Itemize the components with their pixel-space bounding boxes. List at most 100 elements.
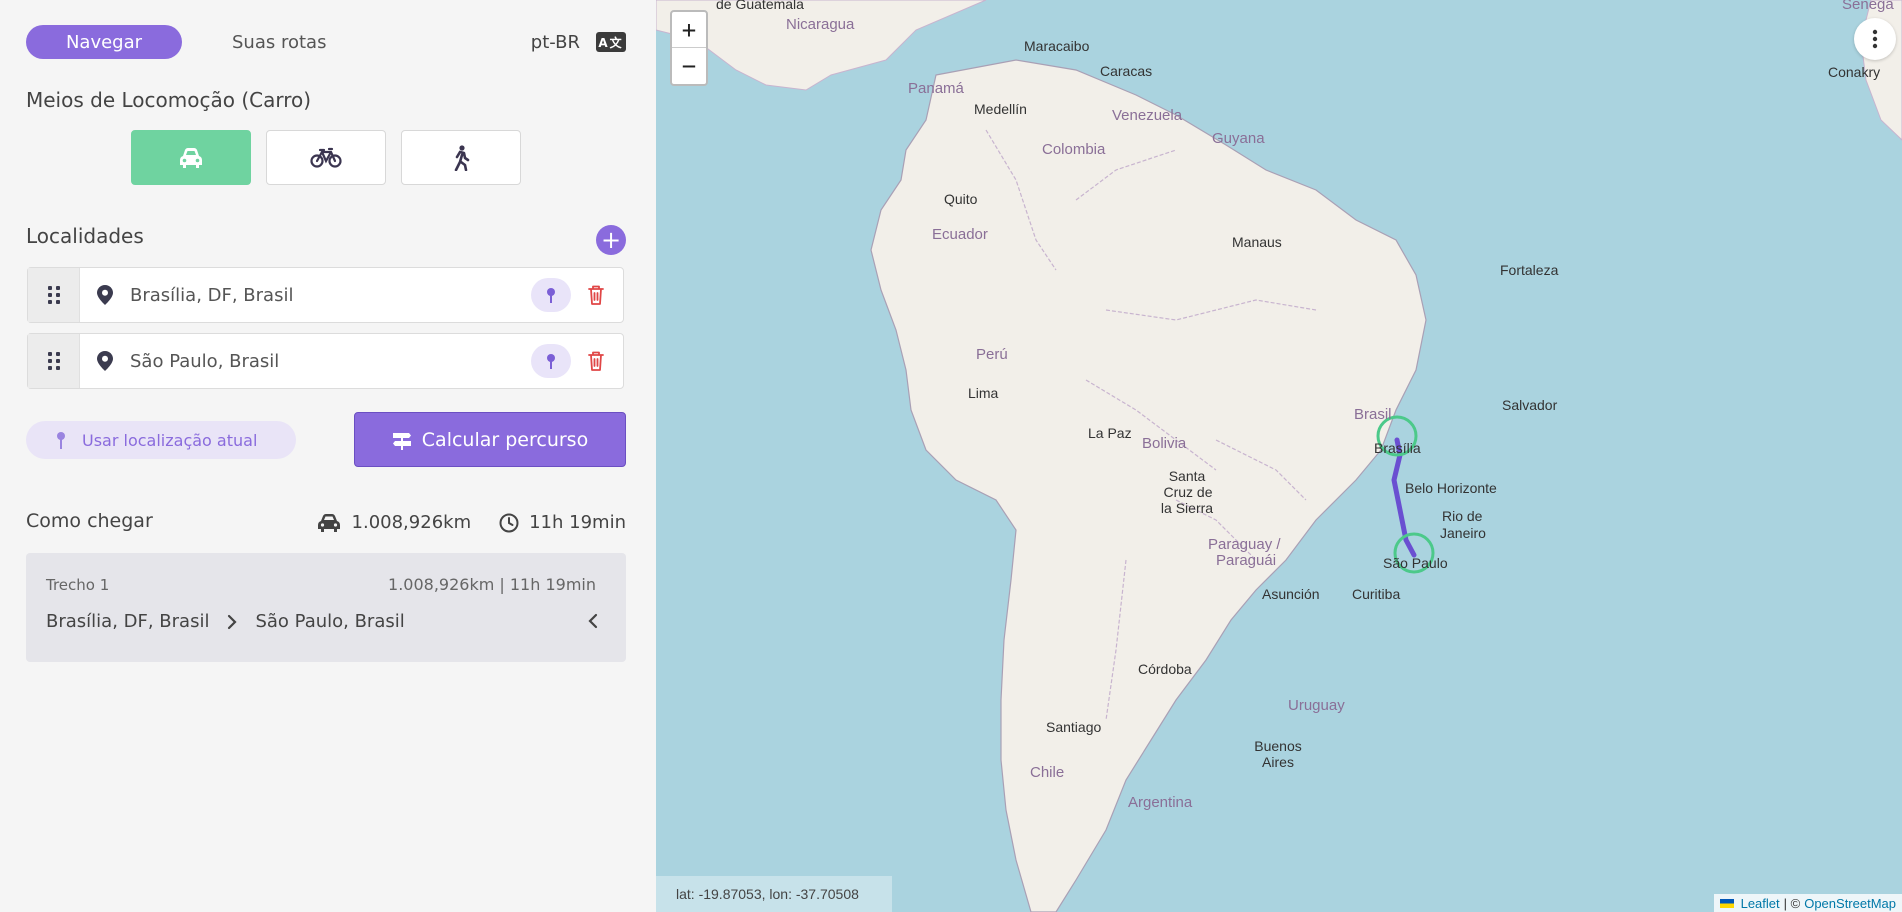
transport-title: Meios de Locomoção (Carro) (26, 88, 312, 112)
map-label: Senega (1842, 0, 1894, 13)
drag-handle-icon[interactable] (28, 334, 80, 388)
map-label: Chile (1030, 764, 1065, 781)
osm-link[interactable]: OpenStreetMap (1804, 896, 1896, 911)
car-icon (317, 513, 340, 532)
map-label: Fortaleza (1500, 262, 1559, 278)
top-tabs: Navegar Suas rotas pt-BR A文 (26, 25, 626, 59)
ukraine-flag-icon (1719, 898, 1734, 908)
map-pin-icon (80, 285, 130, 305)
clock-icon (499, 513, 519, 532)
map-label: Brasil (1354, 406, 1392, 423)
map-pin-icon (80, 351, 130, 371)
map-label: Perú (976, 346, 1008, 363)
map-label: Belo Horizonte (1405, 480, 1497, 496)
map-menu-button[interactable] (1854, 18, 1896, 60)
map-label: Colombia (1042, 141, 1106, 158)
route-leg[interactable]: Trecho 1 1.008,926km | 11h 19min Brasíli… (26, 553, 626, 662)
mode-car-button[interactable] (131, 130, 251, 185)
map-label: Argentina (1128, 794, 1193, 811)
zoom-in-button[interactable]: + (672, 12, 706, 48)
delete-location-button[interactable] (581, 351, 611, 371)
location-row: Brasília, DF, Brasil (27, 267, 624, 323)
tab-your-routes[interactable]: Suas rotas (232, 25, 326, 59)
map-label: Córdoba (1138, 661, 1192, 677)
map-label: Lima (968, 385, 999, 401)
map-label: Salvador (1502, 397, 1558, 413)
map-label: Panamá (908, 80, 964, 97)
map-label: Bolivia (1142, 435, 1187, 452)
map-label: la Sierra (1160, 500, 1214, 516)
translate-icon: A文 (596, 32, 626, 52)
tab-navigate[interactable]: Navegar (26, 25, 182, 59)
map-label: Rio de (1442, 508, 1483, 524)
map-label: Santa (1168, 468, 1206, 484)
bicycle-icon (310, 147, 342, 168)
total-distance: 1.008,926km (351, 512, 472, 533)
map-label: São Paulo (1383, 555, 1448, 571)
map-label: de Guatemala (716, 0, 804, 12)
language-code: pt-BR (530, 31, 580, 53)
map-label: Conakry (1828, 64, 1881, 80)
trash-icon (588, 285, 604, 305)
plus-icon: + (600, 226, 622, 254)
use-current-location-label: Usar localização atual (82, 430, 258, 450)
leaflet-link[interactable]: Leaflet (1741, 896, 1780, 911)
map-label: Maracaibo (1024, 38, 1090, 54)
leg-label: Trecho 1 (46, 576, 110, 594)
add-location-button[interactable]: + (596, 225, 626, 255)
map-label: Caracas (1100, 63, 1153, 79)
map-label: Buenos (1254, 738, 1302, 754)
map-label: Brasília (1374, 440, 1421, 456)
pick-location-button[interactable] (531, 344, 571, 378)
map-label: Ecuador (932, 226, 988, 243)
map-label: Uruguay (1288, 697, 1345, 714)
attribution-separator: | © (1783, 895, 1801, 911)
map-label: Santiago (1046, 719, 1102, 735)
map[interactable]: de Guatemala Nicaragua Panamá Maracaibo … (656, 0, 1902, 912)
trash-icon (588, 351, 604, 371)
map-label: Curitiba (1352, 586, 1401, 602)
use-current-location-button[interactable]: Usar localização atual (26, 421, 296, 459)
map-label: Aires (1262, 754, 1294, 770)
language-selector[interactable]: pt-BR A文 (531, 25, 626, 59)
car-icon (180, 147, 202, 168)
pin-icon (547, 288, 555, 303)
sidebar: Navegar Suas rotas pt-BR A文 Meios de Loc… (0, 0, 656, 912)
leg-meta: 1.008,926km | 11h 19min (388, 575, 596, 594)
map-label: Paraguái (1216, 552, 1277, 569)
location-input[interactable]: Brasília, DF, Brasil (130, 285, 531, 306)
map-label: Manaus (1232, 234, 1282, 250)
total-duration: 11h 19min (529, 512, 626, 533)
mode-bike-button[interactable] (266, 130, 386, 185)
leg-from: Brasília, DF, Brasil (46, 611, 210, 632)
map-label: Guyana (1212, 130, 1265, 147)
chevron-right-icon (228, 614, 238, 629)
zoom-control: + − (670, 10, 708, 86)
directions-title: Como chegar (26, 510, 153, 532)
location-row: São Paulo, Brasil (27, 333, 624, 389)
map-label: Nicaragua (786, 16, 855, 33)
zoom-out-button[interactable]: − (672, 48, 706, 84)
map-label: Paraguay / (1208, 536, 1281, 553)
delete-location-button[interactable] (581, 285, 611, 305)
pin-icon (547, 354, 555, 369)
map-label: Venezuela (1112, 107, 1183, 124)
map-label: Cruz de (1163, 484, 1213, 500)
map-label: Janeiro (1440, 525, 1486, 541)
pin-icon (57, 432, 65, 449)
pick-location-button[interactable] (531, 278, 571, 312)
mode-walk-button[interactable] (401, 130, 521, 185)
chevron-left-icon[interactable] (588, 613, 598, 633)
leg-route: Brasília, DF, Brasil São Paulo, Brasil (46, 611, 405, 632)
calculate-route-button[interactable]: Calcular percurso (354, 412, 626, 467)
map-label: Quito (944, 191, 978, 207)
calculate-route-label: Calcular percurso (421, 428, 589, 451)
location-input[interactable]: São Paulo, Brasil (130, 351, 531, 372)
drag-handle-icon[interactable] (28, 268, 80, 322)
signpost-icon (392, 432, 411, 450)
map-tiles (656, 0, 1902, 912)
coordinates-readout: lat: -19.87053, lon: -37.70508 (656, 876, 892, 912)
map-label: Asunción (1262, 586, 1320, 602)
leg-to: São Paulo, Brasil (255, 611, 405, 632)
map-attribution: Leaflet | © OpenStreetMap (1713, 894, 1902, 912)
